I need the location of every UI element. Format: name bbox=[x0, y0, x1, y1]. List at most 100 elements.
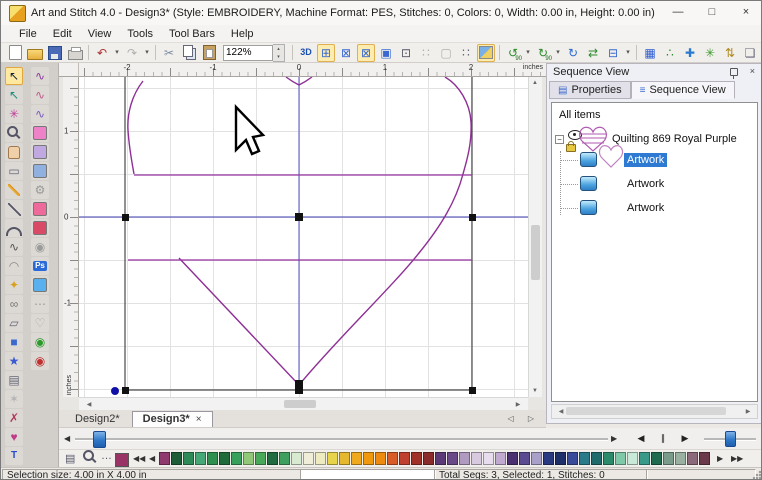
slider-left-button[interactable]: ◀ bbox=[64, 434, 70, 443]
stitch-slider-track[interactable] bbox=[75, 438, 608, 441]
arc-tool[interactable] bbox=[5, 219, 23, 237]
playback-back-button[interactable]: ◀ bbox=[632, 430, 650, 447]
save-button[interactable] bbox=[46, 44, 64, 62]
undo-button[interactable]: ↶ bbox=[93, 44, 111, 62]
vertical-scroll-thumb[interactable] bbox=[531, 225, 540, 280]
line-tool[interactable] bbox=[5, 200, 23, 218]
maximize-button[interactable]: □ bbox=[695, 1, 729, 24]
horizontal-scroll-thumb[interactable] bbox=[284, 400, 316, 408]
palette-swatch-45[interactable] bbox=[687, 452, 698, 465]
tab-close-icon[interactable]: × bbox=[196, 414, 202, 425]
rect-fill-tool[interactable]: ■ bbox=[5, 333, 23, 351]
palette-swatch-16[interactable] bbox=[339, 452, 350, 465]
menu-tools[interactable]: Tools bbox=[119, 25, 161, 43]
thread-chart-icon[interactable]: ▤ bbox=[65, 452, 75, 465]
pattern-swatch-1[interactable] bbox=[31, 143, 49, 161]
palette-swatch-42[interactable] bbox=[651, 452, 662, 465]
rotate-cw-dropdown[interactable]: ▾ bbox=[554, 44, 562, 62]
menu-file[interactable]: File bbox=[11, 25, 45, 43]
speed-slider-thumb[interactable] bbox=[725, 431, 736, 447]
heart-outline-swatch[interactable]: ♡ bbox=[31, 314, 49, 332]
status-input-box[interactable] bbox=[300, 469, 436, 479]
zoom-level-combo[interactable]: ▴▾ bbox=[223, 43, 285, 62]
start-point-button[interactable]: ◉ bbox=[31, 333, 49, 351]
panel-horizontal-scrollbar[interactable]: ◀ ▶ bbox=[551, 404, 758, 419]
rotate-cw-90-button[interactable]: ↻ 90 bbox=[534, 44, 552, 62]
satin-pattern-swatch[interactable] bbox=[31, 124, 49, 142]
palette-swatch-30[interactable] bbox=[507, 452, 518, 465]
duplicate-button[interactable]: ❏ bbox=[741, 44, 759, 62]
rotate-ccw-dropdown[interactable]: ▾ bbox=[524, 44, 532, 62]
spin-up-icon[interactable]: ▴ bbox=[273, 45, 284, 53]
slider-right-button[interactable]: ▶ bbox=[611, 434, 617, 443]
artwork-thumbnail-1[interactable] bbox=[580, 152, 597, 167]
magic-wand-tool[interactable]: ✶ bbox=[5, 390, 23, 408]
palette-prev-button[interactable]: ◀ bbox=[149, 454, 155, 463]
spin-down-icon[interactable]: ▾ bbox=[273, 53, 284, 61]
polygon-tool[interactable]: ▱ bbox=[5, 314, 23, 332]
palette-swatch-28[interactable] bbox=[483, 452, 494, 465]
motif-stitch-tool-1[interactable]: ∿ bbox=[31, 86, 49, 104]
redo-dropdown[interactable]: ▾ bbox=[143, 44, 151, 62]
menu-help[interactable]: Help bbox=[223, 25, 262, 43]
menu-view[interactable]: View bbox=[80, 25, 120, 43]
palette-swatch-46[interactable] bbox=[699, 452, 710, 465]
palette-next-button[interactable]: ▶ bbox=[717, 454, 723, 463]
starburst-button[interactable]: ✳ bbox=[701, 44, 719, 62]
palette-swatch-27[interactable] bbox=[471, 452, 482, 465]
sequence-sort-button[interactable]: ⇅ bbox=[721, 44, 739, 62]
palette-swatch-12[interactable] bbox=[291, 452, 302, 465]
start-point-marker[interactable] bbox=[111, 387, 119, 395]
monogram-tool[interactable]: ♥ bbox=[5, 428, 23, 446]
current-color-swatch[interactable] bbox=[115, 453, 129, 467]
palette-swatch-26[interactable] bbox=[459, 452, 470, 465]
palette-swatch-38[interactable] bbox=[603, 452, 614, 465]
artwork-heart-outline[interactable] bbox=[127, 77, 472, 386]
select-tool[interactable]: ↖ bbox=[5, 67, 23, 85]
palette-swatch-22[interactable] bbox=[411, 452, 422, 465]
stitch-eraser-tool[interactable]: ✗ bbox=[5, 409, 23, 427]
palette-swatch-13[interactable] bbox=[303, 452, 314, 465]
tree-item-artwork-1[interactable]: Artwork bbox=[552, 145, 757, 173]
machine-hoop-button[interactable]: ⊟ bbox=[604, 44, 622, 62]
empty-box-button[interactable]: ▢ bbox=[437, 44, 455, 62]
tab-design2[interactable]: Design2* bbox=[65, 412, 130, 427]
palette-swatch-35[interactable] bbox=[567, 452, 578, 465]
menu-tool-bars[interactable]: Tool Bars bbox=[161, 25, 223, 43]
palette-swatch-19[interactable] bbox=[375, 452, 386, 465]
print-button[interactable] bbox=[66, 44, 84, 62]
tree-item-artwork-2[interactable]: Artwork bbox=[552, 173, 757, 197]
palette-last-button[interactable]: ▶▶ bbox=[731, 454, 743, 463]
refresh-button[interactable]: ↻ bbox=[564, 44, 582, 62]
machine-dropdown[interactable]: ▾ bbox=[624, 44, 632, 62]
copy-button[interactable] bbox=[180, 44, 198, 62]
design-window-button[interactable]: ▣ bbox=[377, 44, 395, 62]
artwork-swatch[interactable] bbox=[31, 276, 49, 294]
palette-swatch-3[interactable] bbox=[183, 452, 194, 465]
fill-swatch-red[interactable] bbox=[31, 219, 49, 237]
dots-grid-button[interactable]: ∷ bbox=[417, 44, 435, 62]
pin-icon[interactable] bbox=[730, 68, 738, 79]
tab-properties[interactable]: ▤ Properties bbox=[549, 81, 631, 99]
backdrop-button[interactable] bbox=[477, 43, 495, 62]
resize-grip[interactable] bbox=[752, 470, 761, 479]
star-tool[interactable]: ★ bbox=[5, 352, 23, 370]
palette-swatch-5[interactable] bbox=[207, 452, 218, 465]
palette-swatch-4[interactable] bbox=[195, 452, 206, 465]
scroll-left-button[interactable]: ◀ bbox=[83, 401, 95, 408]
measure-tool[interactable]: ▭ bbox=[5, 162, 23, 180]
motif-stitch-tool-2[interactable]: ∿ bbox=[31, 105, 49, 123]
center-design-button[interactable]: ✚ bbox=[681, 44, 699, 62]
zoom-tool[interactable] bbox=[5, 124, 23, 142]
close-button[interactable]: × bbox=[729, 1, 761, 24]
palette-swatch-33[interactable] bbox=[543, 452, 554, 465]
palette-swatch-9[interactable] bbox=[255, 452, 266, 465]
stipple-tool[interactable]: ✳ bbox=[5, 105, 23, 123]
new-button[interactable] bbox=[6, 44, 24, 62]
paste-button[interactable] bbox=[200, 44, 218, 62]
palette-swatch-41[interactable] bbox=[639, 452, 650, 465]
palette-swatch-29[interactable] bbox=[495, 452, 506, 465]
3d-view-button[interactable]: 3D bbox=[297, 44, 315, 62]
artwork-thumbnail-2[interactable] bbox=[580, 176, 597, 191]
tab-sequence-view[interactable]: ≡ Sequence View bbox=[630, 81, 735, 99]
